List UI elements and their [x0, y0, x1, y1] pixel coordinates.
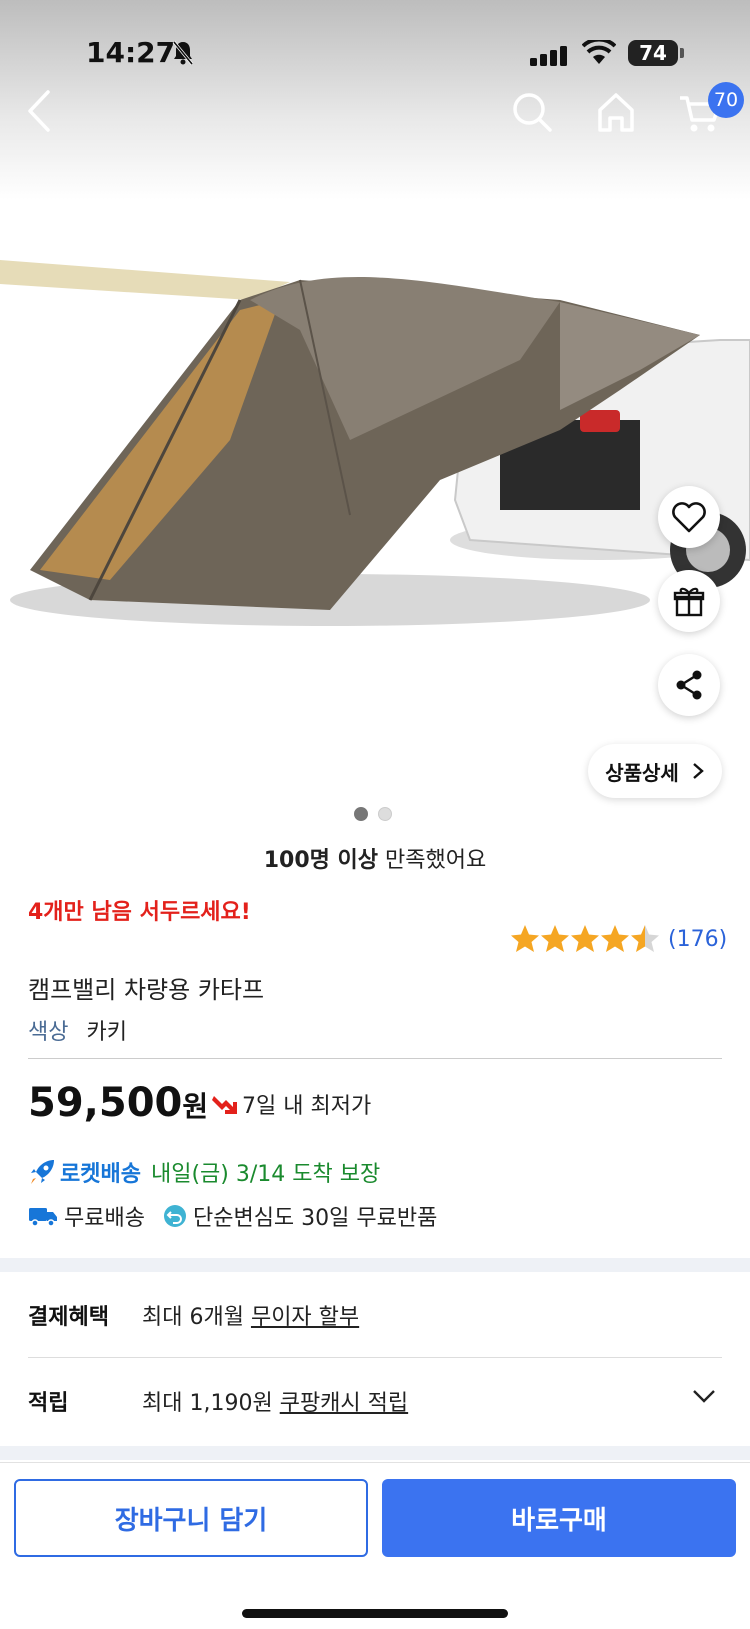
gallery-pagination: [354, 806, 402, 825]
chevron-right-icon: [693, 763, 704, 779]
divider: [28, 1058, 722, 1059]
delivery-eta: 내일(금) 3/14 도착 보장: [150, 1162, 381, 1187]
star-rating: [510, 924, 660, 954]
payment-benefit-key: 결제혜택: [28, 1305, 109, 1330]
product-image[interactable]: [0, 240, 750, 660]
section-gap: [0, 1446, 750, 1460]
share-button[interactable]: [658, 654, 720, 716]
lowest-price-note: 7일 내 최저가: [212, 1088, 371, 1120]
payment-benefit-prefix: 최대 6개월: [142, 1305, 251, 1330]
rocket-delivery: 로켓배송 내일(금) 3/14 도착 보장: [28, 1156, 380, 1188]
product-detail-label: 상품상세: [605, 760, 679, 785]
return-icon: [163, 1205, 186, 1227]
cellular-signal-icon: [530, 46, 568, 70]
gift-icon: [673, 587, 705, 617]
product-detail-link[interactable]: 상품상세: [588, 744, 722, 798]
status-time: 14:27: [86, 36, 176, 69]
stock-urgency-notice: 4개만 남음 서두르세요!: [28, 900, 251, 925]
price-unit: 원: [182, 1090, 209, 1123]
add-to-cart-button[interactable]: 장바구니 담기: [14, 1479, 368, 1557]
back-icon[interactable]: [24, 86, 64, 142]
price: 59,500원: [28, 1080, 208, 1126]
heart-icon: [672, 502, 706, 533]
price-amount: 59,500: [28, 1080, 183, 1126]
rocket-delivery-label: 로켓배송: [60, 1162, 141, 1187]
satisfaction-summary: 100명 이상 만족했어요: [0, 842, 750, 874]
free-shipping-text: 무료배송: [64, 1206, 145, 1231]
selected-option[interactable]: 색상 카키: [28, 1014, 127, 1046]
shipping-info: 무료배송 단순변심도 30일 무료반품: [28, 1200, 437, 1232]
product-hero: 14:27 74 70 상품상세 100명 이상 만족했어요: [0, 0, 750, 873]
lowest-price-text: 7일 내 최저가: [242, 1094, 372, 1119]
page-dot-2[interactable]: [378, 807, 392, 821]
chevron-down-icon[interactable]: [692, 1388, 716, 1404]
section-gap: [0, 1258, 750, 1272]
option-key: 색상: [28, 1020, 69, 1045]
satisfaction-count: 100명 이상: [263, 848, 379, 873]
price-down-arrow-icon: [212, 1096, 237, 1114]
satisfaction-text: 만족했어요: [378, 848, 487, 873]
home-icon[interactable]: [596, 90, 636, 138]
installment-link[interactable]: 무이자 할부: [251, 1305, 359, 1330]
page-dot-1[interactable]: [354, 807, 368, 821]
silent-bell-icon: [172, 40, 194, 70]
truck-icon: [29, 1208, 57, 1227]
product-title: 캠프밸리 차량용 카타프: [28, 976, 265, 1004]
bottom-action-bar: 장바구니 담기 바로구매: [0, 1462, 750, 1629]
share-icon: [676, 670, 702, 700]
top-nav: 70: [0, 82, 750, 142]
review-count[interactable]: (176): [668, 927, 727, 952]
points-row[interactable]: 적립 최대 1,190원 쿠팡캐시 적립: [28, 1358, 722, 1444]
points-value: 최대 1,190원 쿠팡캐시 적립: [142, 1385, 408, 1417]
gift-button[interactable]: [658, 570, 720, 632]
wifi-icon: [581, 37, 617, 70]
search-icon[interactable]: [510, 90, 554, 138]
payment-benefit-row[interactable]: 결제혜택 최대 6개월 무이자 할부: [28, 1272, 722, 1358]
returns-text: 단순변심도 30일 무료반품: [192, 1206, 438, 1231]
option-value: 카키: [86, 1020, 127, 1045]
battery-indicator: 74: [628, 40, 678, 66]
points-key: 적립: [28, 1391, 69, 1416]
cart-count-badge: 70: [708, 82, 744, 118]
battery-nub: [680, 48, 684, 58]
payment-benefit-value: 최대 6개월 무이자 할부: [142, 1299, 359, 1331]
rocket-icon: [31, 1160, 54, 1184]
rating-summary[interactable]: (176): [510, 924, 727, 954]
points-prefix: 최대 1,190원: [142, 1391, 280, 1416]
home-indicator: [242, 1609, 508, 1618]
wishlist-button[interactable]: [658, 486, 720, 548]
buy-now-button[interactable]: 바로구매: [382, 1479, 736, 1557]
coupang-cash-link[interactable]: 쿠팡캐시 적립: [280, 1391, 408, 1416]
status-bar: 14:27 74: [0, 36, 750, 76]
